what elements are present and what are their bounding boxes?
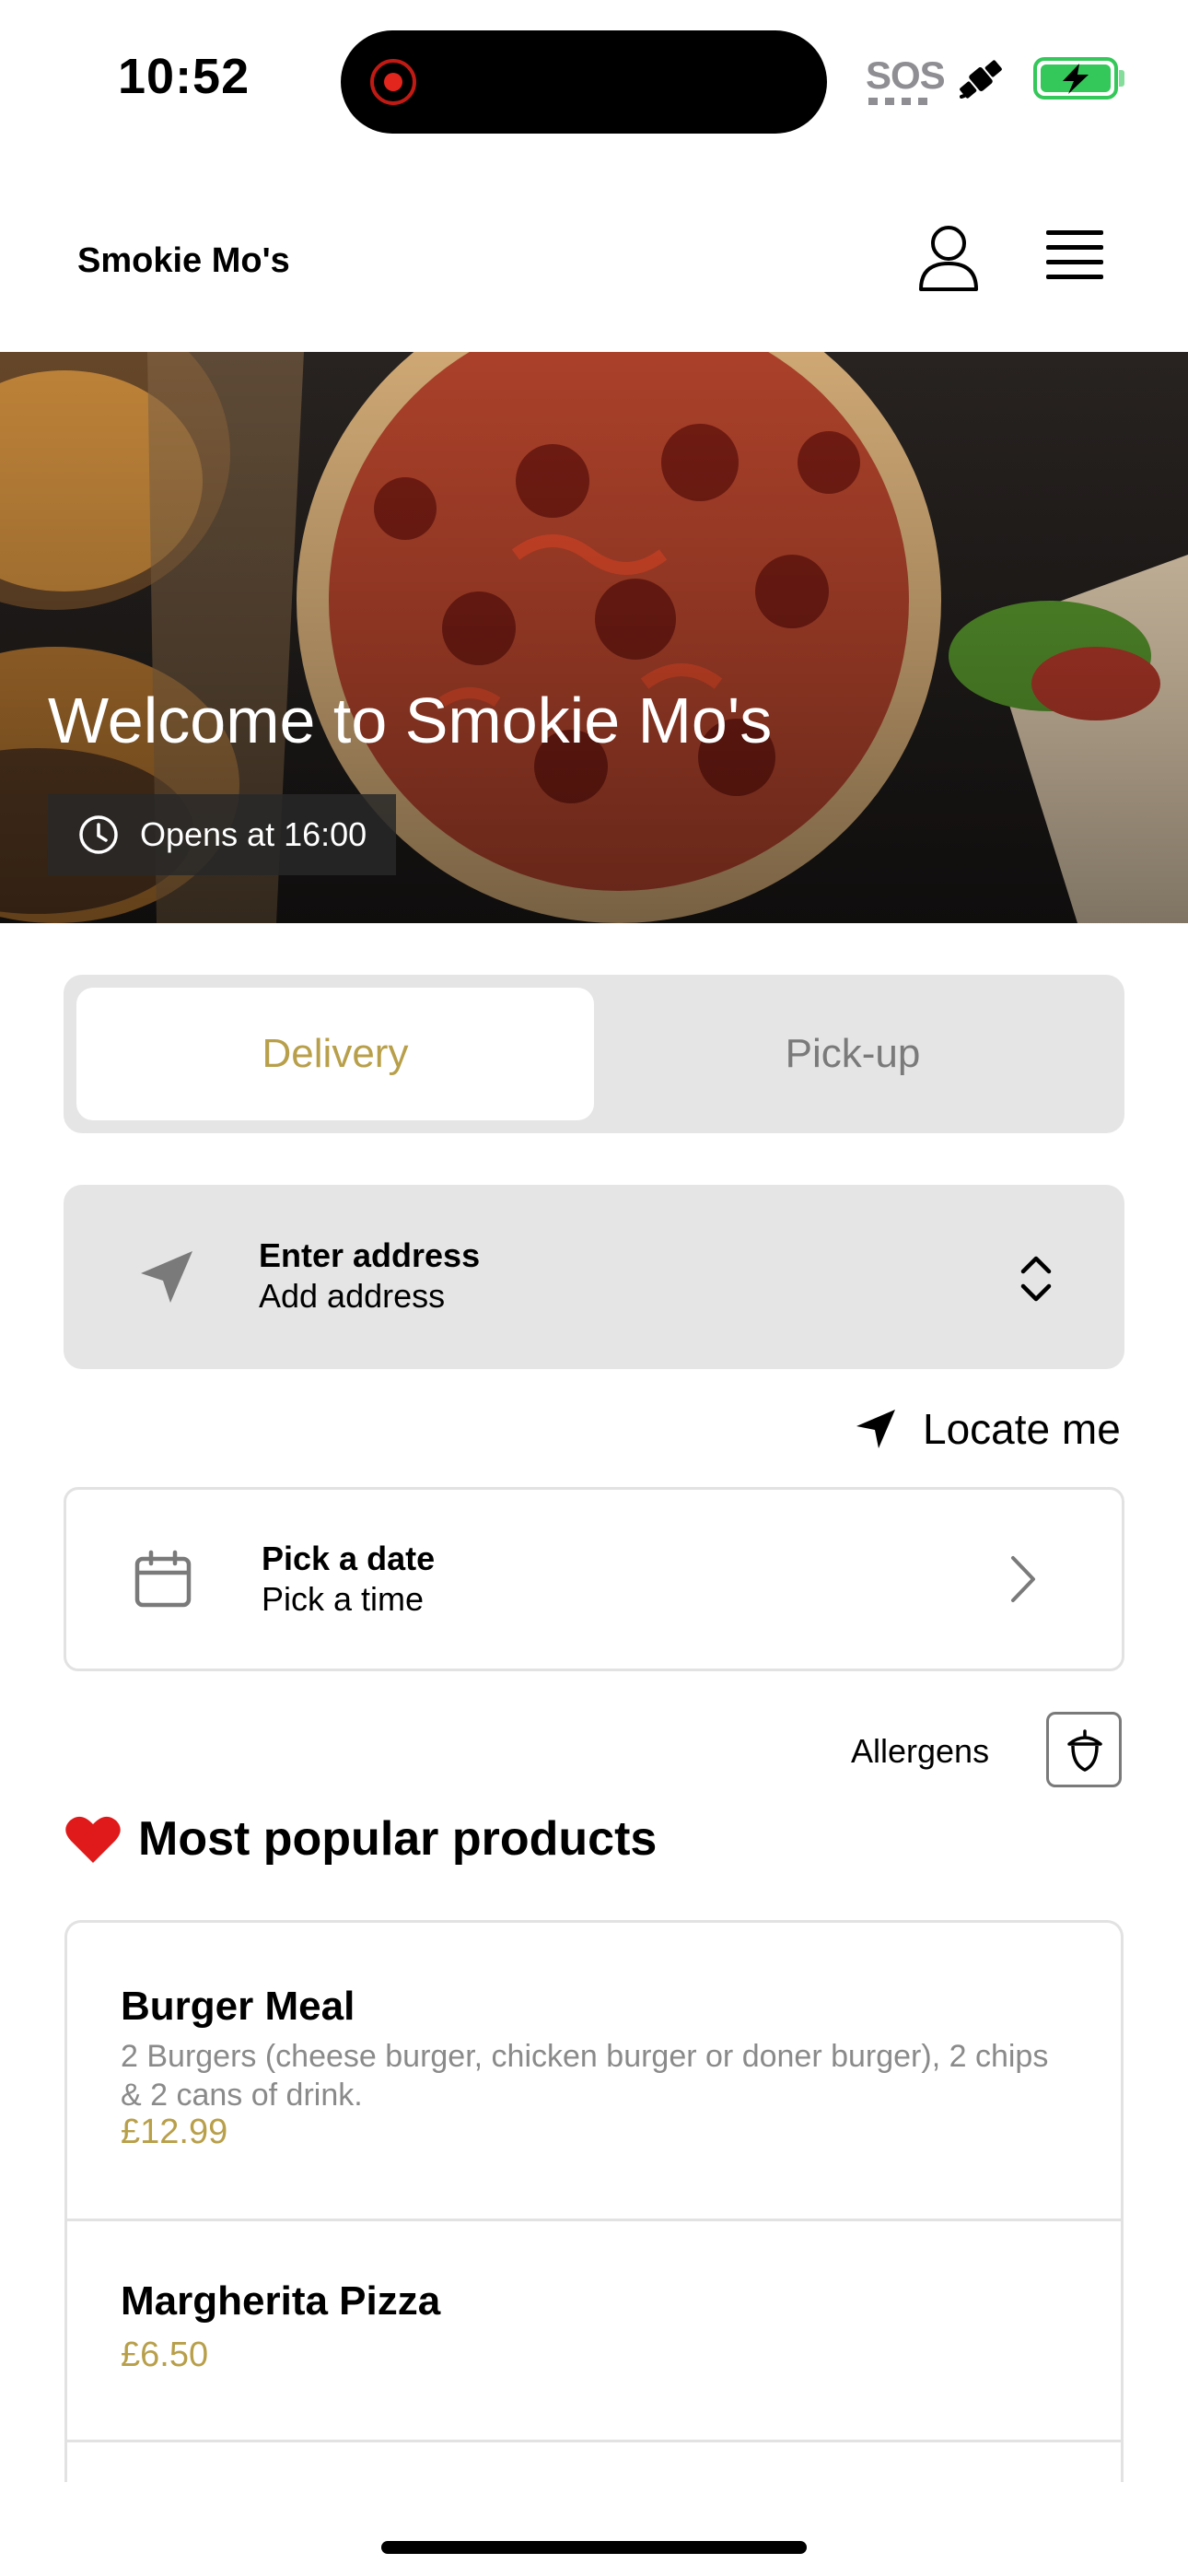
product-price: £6.50 [121,2336,209,2374]
menu-icon[interactable] [1041,227,1107,286]
product-price: £12.99 [121,2113,228,2151]
sos-signal-dots [868,98,929,105]
opening-hours-text: Opens at 16:00 [140,815,367,853]
home-indicator[interactable] [381,2541,807,2554]
battery-charging-icon [1033,57,1118,100]
sos-indicator: SOS [866,53,946,97]
section-title-text: Most popular products [138,1812,658,1866]
status-bar: 10:52 SOS [0,0,1188,157]
address-value: Add address [259,1277,446,1315]
brand-title[interactable]: Smokie Mo's [77,241,290,281]
allergens-button[interactable] [1046,1712,1122,1787]
hero-banner: Welcome to Smokie Mo's Opens at 16:00 [0,352,1188,923]
date-time-picker[interactable]: Pick a date Pick a time [64,1487,1124,1671]
product-name: Margherita Pizza [121,2278,441,2324]
satellite-icon [960,60,1002,99]
product-name: Burger Meal [121,1984,355,2029]
tab-pickup[interactable]: Pick-up [594,988,1112,1120]
user-icon[interactable] [915,221,982,295]
calendar-icon [134,1550,192,1608]
status-time: 10:52 [118,49,250,104]
order-mode-toggle: Delivery Pick-up [64,975,1124,1133]
navigation-arrow-icon [141,1251,192,1303]
time-label: Pick a time [262,1580,425,1618]
heart-icon [65,1816,121,1863]
recording-indicator-icon [370,59,416,105]
allergens-label: Allergens [851,1732,990,1770]
popular-products-heading: Most popular products [64,1811,657,1867]
chevron-right-icon [1011,1556,1035,1602]
clock-icon [79,815,118,854]
address-label: Enter address [259,1236,481,1274]
acorn-icon [1067,1729,1102,1772]
battery-cap [1119,70,1124,87]
product-card-margherita-pizza[interactable]: Margherita Pizza £6.50 [67,2221,1121,2442]
locate-me-label: Locate me [923,1405,1121,1453]
tab-delivery[interactable]: Delivery [76,988,594,1120]
date-label: Pick a date [262,1540,436,1577]
app-header: Smokie Mo's [0,157,1188,352]
locate-me-button[interactable]: Locate me [855,1399,1121,1459]
product-description: 2 Burgers (cheese burger, chicken burger… [121,2039,1049,2113]
hero-title: Welcome to Smokie Mo's [48,685,773,756]
address-selector[interactable]: Enter address Add address [64,1185,1124,1369]
location-arrow-icon [856,1410,895,1448]
chevron-up-down-icon [1020,1256,1052,1302]
opening-hours-badge: Opens at 16:00 [48,794,397,875]
product-list: Burger Meal 2 Burgers (cheese burger, ch… [64,1920,1124,2482]
product-card-burger-meal[interactable]: Burger Meal 2 Burgers (cheese burger, ch… [67,1923,1121,2221]
